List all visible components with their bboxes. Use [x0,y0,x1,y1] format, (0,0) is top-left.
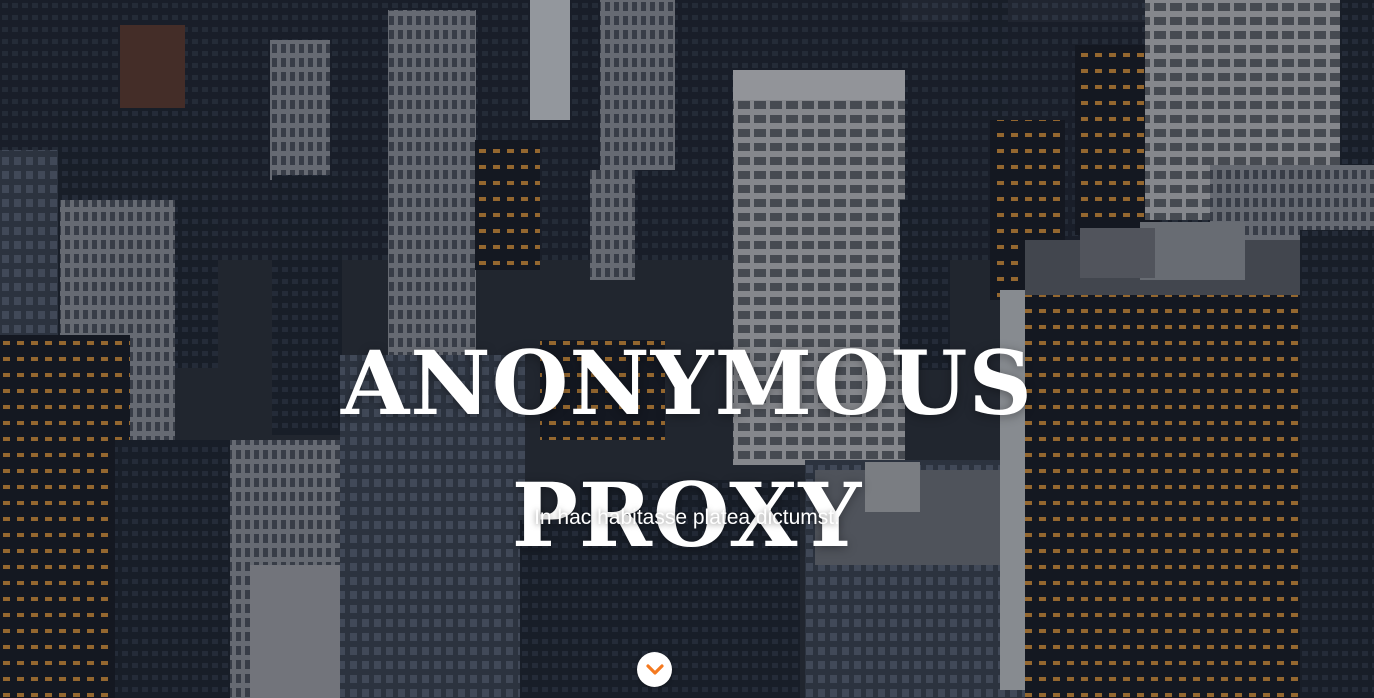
hero-title-line-1: ANONYMOUS [341,330,1033,435]
hero-subtitle: In hac habitasse platea dictumst. [534,506,840,529]
chevron-down-icon [645,663,664,675]
hero-title: ANONYMOUS PROXY [0,317,1374,581]
scroll-down-button[interactable] [637,652,672,687]
hero-section: ANONYMOUS PROXY In hac habitasse platea … [0,0,1374,698]
